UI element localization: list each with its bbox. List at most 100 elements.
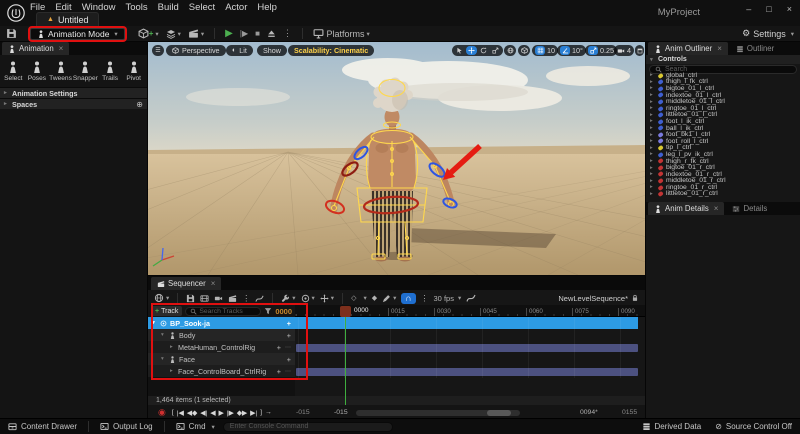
viewport-options-button[interactable]: ☰: [152, 45, 164, 56]
perspective-button[interactable]: Perspective: [166, 45, 226, 56]
close-icon[interactable]: ×: [59, 44, 64, 53]
minimize-button[interactable]: –: [746, 4, 751, 14]
animation-mode-button[interactable]: Animation Mode ▾: [30, 27, 125, 40]
skip-button[interactable]: |▶: [240, 29, 248, 38]
show-button[interactable]: Show: [257, 45, 287, 56]
transport-button[interactable]: |▶: [227, 409, 234, 417]
fps-dropdown[interactable]: 30 fps ▾: [434, 294, 462, 303]
caret-down-icon[interactable]: ▾: [152, 320, 157, 326]
add-actor-button[interactable]: + ▾: [138, 28, 159, 39]
world-button[interactable]: ▾: [154, 293, 169, 303]
transport-button[interactable]: [: [172, 409, 174, 417]
key-all-button[interactable]: ◆: [372, 294, 377, 302]
playhead-line[interactable]: [345, 317, 346, 405]
menu-item[interactable]: Tools: [125, 2, 147, 13]
section-animation-settings[interactable]: ▸ Animation Settings: [0, 87, 147, 98]
tab-details[interactable]: Details: [726, 202, 773, 215]
transport-button[interactable]: ◀: [210, 409, 215, 417]
animation-tool-button[interactable]: Tweens: [49, 59, 72, 84]
console-command-input[interactable]: Enter Console Command: [222, 421, 393, 432]
track-row-body[interactable]: ▾ Body +: [148, 329, 295, 341]
lit-mode-button[interactable]: ◐ Lit: [226, 45, 253, 56]
track-section-bar-controlrig[interactable]: [296, 344, 638, 352]
section-spaces[interactable]: ▸ Spaces ⊕: [0, 98, 147, 109]
rotation-snap-button[interactable]: 10°: [557, 45, 586, 56]
working-range-end[interactable]: 0155: [622, 409, 637, 416]
save-icon[interactable]: [6, 28, 17, 39]
snap-options-icon[interactable]: ⋮: [421, 294, 429, 303]
transport-button[interactable]: ◀|: [200, 409, 207, 417]
add-track-button[interactable]: + Track: [151, 306, 183, 316]
control-list-item[interactable]: ▸ littletoe_01_r_ctrl: [646, 190, 800, 197]
tab-outliner[interactable]: Outliner: [730, 42, 780, 55]
tab-anim-outliner[interactable]: Anim Outliner ×: [648, 42, 728, 55]
current-frame-field[interactable]: 0000: [275, 307, 292, 316]
auto-key-button[interactable]: ▾: [320, 293, 334, 302]
playhead-marker[interactable]: [340, 306, 351, 317]
lock-icon[interactable]: [631, 294, 639, 302]
animation-tool-button[interactable]: Pivot: [122, 59, 145, 84]
curve-view-button[interactable]: [466, 293, 476, 303]
view-range-start[interactable]: -015: [334, 409, 348, 416]
key-interp-button[interactable]: ◇: [351, 294, 356, 302]
content-drawer-button[interactable]: Content Drawer: [8, 422, 77, 431]
track-row-face[interactable]: ▾ Face +: [148, 353, 295, 365]
transport-button[interactable]: ◀◆: [187, 409, 197, 417]
transport-button[interactable]: ]: [260, 409, 262, 417]
keyframe-options-button[interactable]: ▾: [301, 293, 315, 302]
blueprints-button[interactable]: ▾: [166, 29, 181, 39]
transport-button[interactable]: ◆▶: [237, 409, 247, 417]
caret-right-icon[interactable]: ▸: [170, 368, 175, 374]
track-row-face-controlboard[interactable]: ▸ Face_ControlBoard_CtrlRig + ⋯: [148, 365, 295, 377]
browse-sequence-button[interactable]: [200, 293, 209, 302]
close-icon[interactable]: ×: [211, 279, 216, 288]
track-row-metahuman-controlrig[interactable]: ▸ MetaHuman_ControlRig + ⋯: [148, 341, 295, 353]
filter-icon[interactable]: [264, 307, 272, 315]
playback-options-button[interactable]: ▾: [281, 293, 296, 302]
output-log-button[interactable]: Output Log: [100, 422, 153, 431]
unreal-engine-logo-icon[interactable]: [6, 3, 26, 23]
save-sequence-button[interactable]: [186, 293, 195, 302]
caret-right-icon[interactable]: ▸: [170, 344, 175, 350]
close-icon[interactable]: ×: [717, 44, 722, 53]
camera-speed-button[interactable]: 4: [614, 45, 634, 56]
transport-button[interactable]: |◀: [177, 409, 184, 417]
add-section-icon[interactable]: +: [287, 319, 291, 328]
animation-tool-button[interactable]: Select: [2, 59, 25, 84]
derived-data-button[interactable]: Derived Data: [642, 422, 701, 431]
play-options-icon[interactable]: ⋮: [283, 28, 292, 39]
scale-snap-button[interactable]: 0.25: [585, 45, 617, 56]
animation-tool-button[interactable]: Snapper: [73, 59, 98, 84]
cmd-dropdown[interactable]: Cmd ▾: [176, 422, 215, 431]
menu-item[interactable]: Select: [189, 2, 215, 13]
render-movie-button[interactable]: [228, 293, 237, 302]
add-section-icon[interactable]: +: [287, 331, 291, 340]
view-range-end[interactable]: 0094*: [580, 409, 598, 416]
platforms-button[interactable]: Platforms ▾: [313, 28, 370, 39]
eject-button[interactable]: [267, 29, 276, 38]
transport-button[interactable]: →: [265, 409, 272, 417]
settings-button[interactable]: ⚙ Settings ▾: [742, 28, 794, 39]
stop-button[interactable]: ■: [255, 29, 260, 38]
move-tool-button[interactable]: [466, 46, 477, 55]
surface-snap-button[interactable]: [518, 45, 530, 56]
scalability-button[interactable]: Scalability: Cinematic: [288, 45, 375, 56]
add-section-icon[interactable]: +: [287, 355, 291, 364]
close-button[interactable]: ×: [787, 4, 792, 14]
controls-section-header[interactable]: ▾ Controls: [646, 55, 800, 64]
menu-item[interactable]: Actor: [225, 2, 247, 13]
section-dots-icon[interactable]: ⋯: [285, 368, 291, 375]
select-tool-button[interactable]: [454, 46, 465, 55]
track-section-bar-facerig[interactable]: [296, 368, 638, 376]
maximize-button[interactable]: □: [766, 4, 771, 14]
add-section-icon[interactable]: +: [277, 367, 281, 376]
close-icon[interactable]: ×: [714, 204, 719, 213]
search-tracks-input[interactable]: Search Tracks: [185, 306, 262, 316]
menu-item[interactable]: Build: [158, 2, 179, 13]
transport-button[interactable]: ▶|: [250, 409, 257, 417]
menu-item[interactable]: Help: [257, 2, 277, 13]
add-space-icon[interactable]: ⊕: [136, 100, 143, 109]
cinematics-button[interactable]: ▾: [188, 28, 204, 39]
tab-sequencer[interactable]: Sequencer ×: [151, 277, 222, 290]
scrollbar-handle[interactable]: [487, 409, 511, 416]
